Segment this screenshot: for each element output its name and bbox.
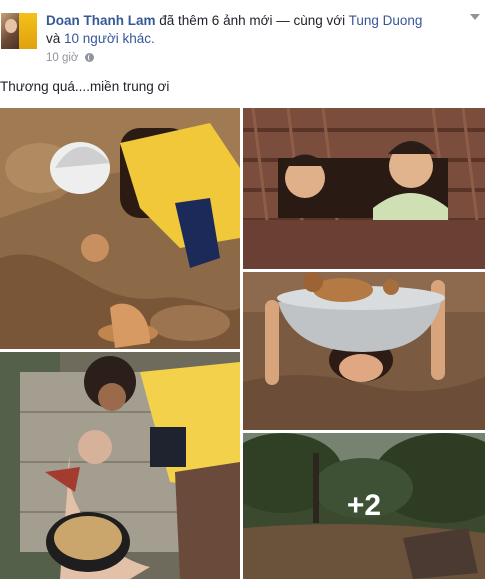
photo-child-bowl-image	[0, 352, 240, 579]
avatar-shirt	[19, 13, 37, 49]
post-status-text: Thương quá....miền trung ơi	[0, 79, 170, 94]
chevron-down-icon[interactable]	[470, 14, 480, 20]
post-action-text: đã thêm 6 ảnh mới	[159, 13, 273, 28]
tagged-friend-link[interactable]: Tung Duong	[349, 13, 423, 28]
photo-flooded-village[interactable]: +2	[243, 433, 485, 579]
post-header: Doan Thanh Lam đã thêm 6 ảnh mới — cùng …	[46, 12, 482, 48]
post-meta: 10 giờ	[46, 51, 94, 65]
author-avatar[interactable]	[1, 13, 37, 49]
photo-mud-rescue[interactable]	[0, 108, 240, 349]
avatar-face	[5, 19, 17, 33]
post-timestamp[interactable]: 10 giờ	[46, 52, 78, 64]
more-photos-overlay[interactable]: +2	[243, 433, 485, 579]
others-link[interactable]: 10 người khác.	[64, 31, 155, 46]
post-with-text: — cùng với	[276, 13, 346, 28]
photo-flood-puppy[interactable]	[243, 272, 485, 430]
photo-mud-rescue-image	[0, 108, 240, 349]
globe-icon	[84, 53, 94, 62]
post-and-text: và	[46, 31, 61, 46]
author-name-link[interactable]: Doan Thanh Lam	[46, 13, 156, 28]
photo-children-roof-image	[243, 108, 485, 269]
photo-flood-puppy-image	[243, 272, 485, 430]
photo-child-bowl[interactable]	[0, 352, 240, 579]
photo-children-roof[interactable]	[243, 108, 485, 269]
